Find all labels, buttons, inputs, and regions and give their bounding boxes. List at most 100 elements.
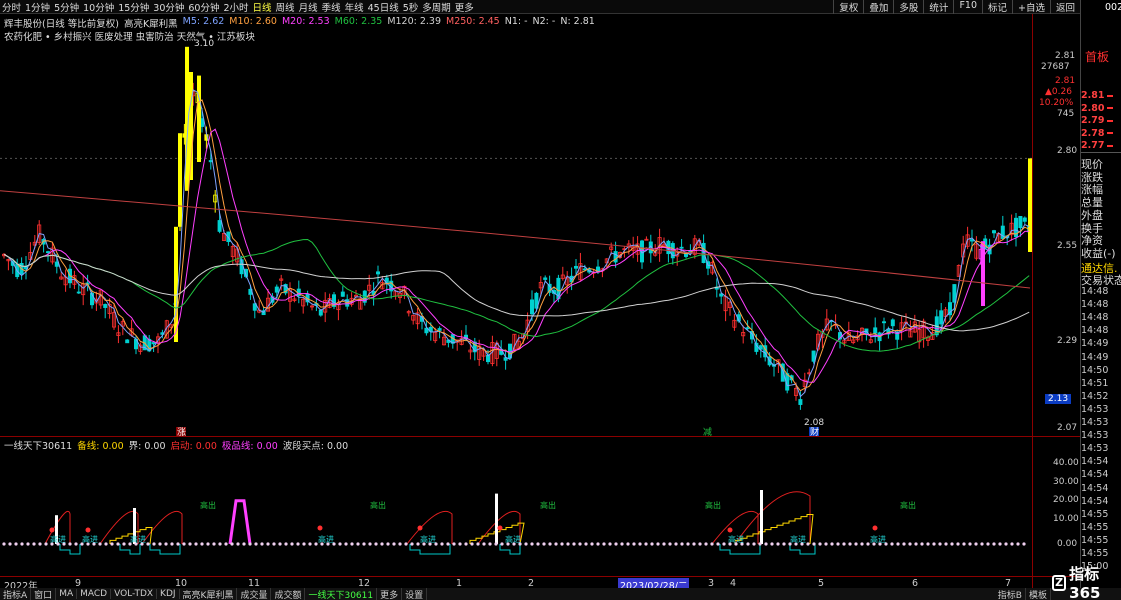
ind-zero-dot <box>746 542 750 546</box>
tab-6[interactable]: 高亮K犀利黑 <box>180 587 238 600</box>
period-11[interactable]: 季线 <box>320 0 343 14</box>
tab-8[interactable]: 成交额 <box>271 587 306 600</box>
period-2[interactable]: 5分钟 <box>52 0 81 14</box>
ind-zero-dot <box>890 542 894 546</box>
ind-zero-dot <box>920 542 924 546</box>
price-level: 2.80 <box>1081 103 1121 114</box>
ma20-value: M20: 2.53 <box>281 16 330 27</box>
tick-time: 14:49 <box>1081 351 1109 363</box>
ind-zero-dot <box>782 542 786 546</box>
period-16[interactable]: 更多 <box>453 0 476 14</box>
ind-zero-dot <box>824 542 828 546</box>
toolbar-button-3[interactable]: 统计 <box>923 0 953 14</box>
toolbar-button-1[interactable]: 叠加 <box>863 0 893 14</box>
period-4[interactable]: 15分钟 <box>116 0 151 14</box>
period-6[interactable]: 60分钟 <box>186 0 221 14</box>
period-15[interactable]: 多周期 <box>420 0 453 14</box>
price-level-value: 2.80 <box>1081 102 1105 114</box>
price-level: 2.77 <box>1081 140 1121 151</box>
candle-body <box>811 350 816 362</box>
tab-3[interactable]: MACD <box>77 589 112 599</box>
ind-tick: 30.00 <box>1053 477 1079 487</box>
ind-zero-dot <box>578 542 582 546</box>
candle-body <box>375 271 380 275</box>
tick-time: 14:54 <box>1081 469 1109 481</box>
n1-value: N1: - <box>504 16 528 27</box>
ind-marker <box>85 527 91 533</box>
ind-zero-dot <box>170 542 174 546</box>
logo-text: 指标365 <box>1069 565 1101 600</box>
ind-zero-dot <box>572 542 576 546</box>
ind-zero-dot <box>938 542 942 546</box>
concept-tags[interactable]: 农药化肥 • 乡村振兴 医废处理 虫害防治 天然气 • 江苏板块 <box>4 29 255 43</box>
ind-white-bar <box>760 490 763 544</box>
period-5[interactable]: 30分钟 <box>151 0 186 14</box>
toolbar-button-7[interactable]: 返回 <box>1049 0 1080 14</box>
ma10-value: M10: 2.60 <box>229 16 277 27</box>
ind-zero-dot <box>752 542 756 546</box>
ind-zero-dot <box>548 542 552 546</box>
candle-body <box>125 339 130 344</box>
ind-tick: 10.00 <box>1053 514 1079 524</box>
ind-zero-dot <box>632 542 636 546</box>
tab-2[interactable]: MA <box>56 589 78 599</box>
candle-body <box>745 327 750 330</box>
ind-zero-dot <box>566 542 570 546</box>
ind-zero-dot <box>608 542 612 546</box>
ind-label-jin: 高进 <box>505 534 521 544</box>
period-12[interactable]: 年线 <box>343 0 366 14</box>
period-8[interactable]: 日线 <box>251 0 274 14</box>
tab-4[interactable]: VOL-TDX <box>111 589 158 599</box>
ind-zero-dot <box>842 542 846 546</box>
toolbar-button-2[interactable]: 多股 <box>893 0 923 14</box>
ind-zero-dot <box>926 542 930 546</box>
ind-label-jin: 高进 <box>420 534 436 544</box>
ind-zero-dot <box>662 542 666 546</box>
ma250-line <box>0 190 1031 289</box>
tab-7[interactable]: 成交量 <box>237 587 272 600</box>
tick-time: 14:53 <box>1081 443 1109 455</box>
toolbar-button-6[interactable]: +自选 <box>1012 0 1050 14</box>
ind-zero-dot <box>812 542 816 546</box>
period-3[interactable]: 10分钟 <box>81 0 116 14</box>
y-amount: 745 <box>1057 109 1075 119</box>
tab-1[interactable]: 窗口 <box>31 587 57 600</box>
period-1[interactable]: 1分钟 <box>23 0 52 14</box>
candle-body <box>340 291 345 297</box>
tab-9[interactable]: 一线天下30611 <box>305 587 378 600</box>
period-10[interactable]: 月线 <box>297 0 320 14</box>
period-9[interactable]: 周线 <box>274 0 297 14</box>
indicator-chart[interactable]: 高进 高进 高进 高进 高进 高进 高进 高进 高进 高出 高出 高出 高出 高出 <box>0 450 1080 574</box>
ind-zero-dot <box>98 542 102 546</box>
right-tab-1[interactable]: 模板 <box>1026 587 1051 600</box>
toolbar-button-0[interactable]: 复权 <box>833 0 863 14</box>
highlight-candle <box>197 75 201 162</box>
period-14[interactable]: 5秒 <box>401 0 421 14</box>
toolbar-button-5[interactable]: 标记 <box>982 0 1012 14</box>
period-7[interactable]: 2小时 <box>221 0 250 14</box>
right-tab-0[interactable]: 指标B <box>995 587 1026 600</box>
watermark-logo: Z 指标365 <box>1052 563 1121 600</box>
tick-time: 14:48 <box>1081 325 1109 337</box>
ind-zero-dot <box>362 542 366 546</box>
tab-10[interactable]: 更多 <box>377 587 403 600</box>
ind-zero-dot <box>116 542 120 546</box>
tab-0[interactable]: 指标A <box>0 587 32 600</box>
ind-zero-dot <box>944 542 948 546</box>
ind-zero-dot <box>986 542 990 546</box>
candlestick-chart[interactable]: 3.102.08涨减财 <box>0 14 1080 439</box>
period-13[interactable]: 45日线 <box>366 0 401 14</box>
ind-zero-dot <box>200 542 204 546</box>
ind-zero-dot <box>74 542 78 546</box>
ind-zero-dot <box>854 542 858 546</box>
toolbar-button-4[interactable]: F10 <box>953 0 982 14</box>
tab-5[interactable]: KDJ <box>157 589 180 599</box>
ind-marker <box>49 527 55 533</box>
ind-zero-dot <box>992 542 996 546</box>
tab-11[interactable]: 设置 <box>402 587 428 600</box>
candle-body <box>530 299 535 315</box>
ind-zero-dot <box>536 542 540 546</box>
y-pct: 10.20% <box>1039 98 1074 108</box>
price-level-value: 2.79 <box>1081 115 1105 126</box>
period-0[interactable]: 分时 <box>0 0 23 14</box>
